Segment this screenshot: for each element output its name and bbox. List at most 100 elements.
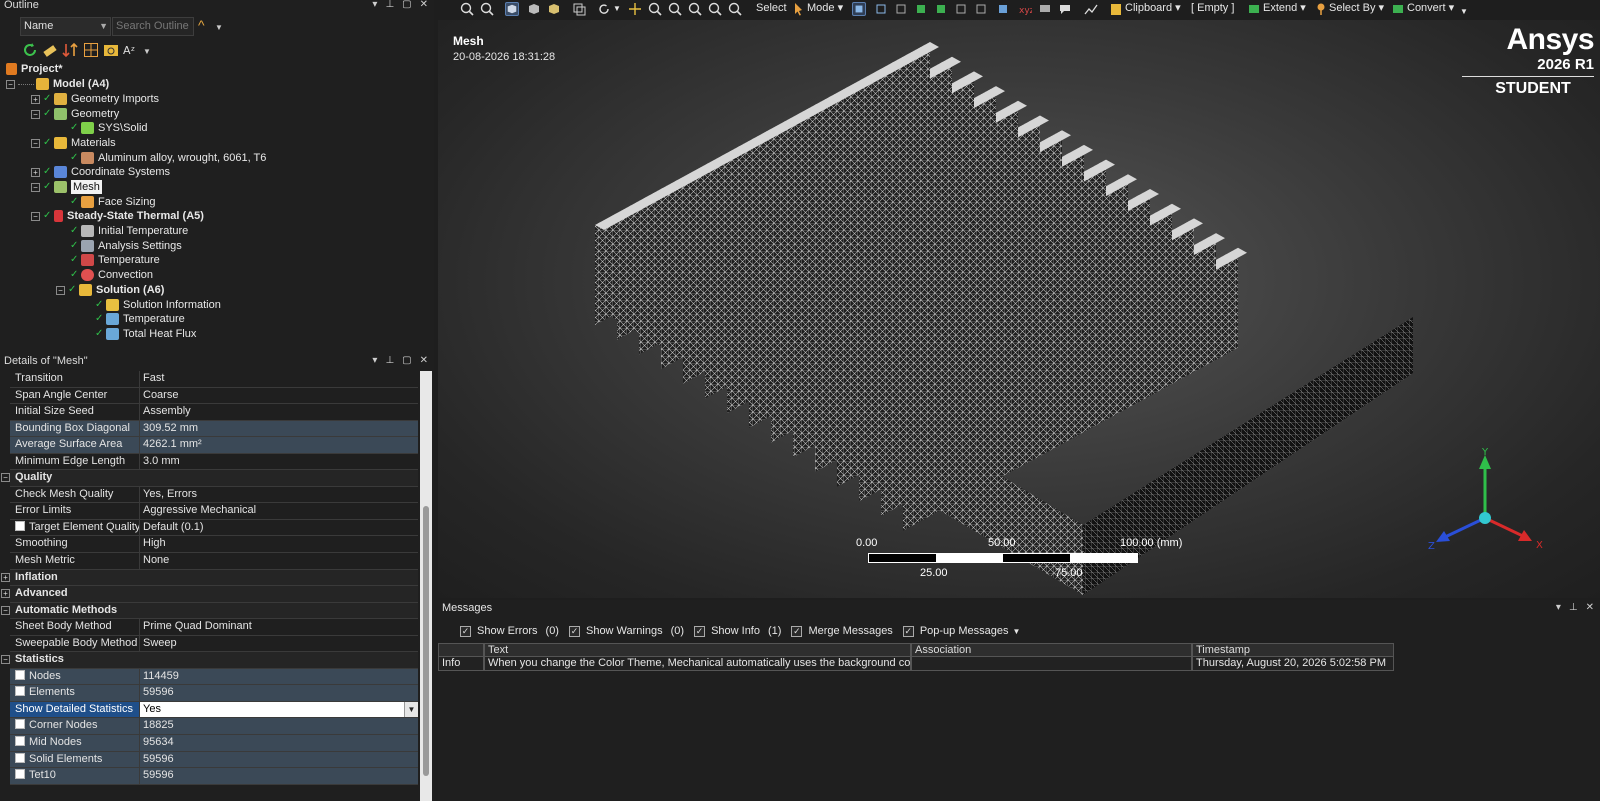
chevron-down-icon[interactable]: ▼ [1012, 627, 1020, 636]
checkbox-checked-icon[interactable]: ✓ [460, 625, 471, 637]
pan-icon[interactable] [628, 2, 642, 16]
scrollbar-thumb[interactable] [423, 506, 429, 776]
panel-menu-icon[interactable]: ▾ [372, 0, 377, 10]
tree-node-temperature[interactable]: ✓ Temperature [70, 253, 160, 267]
axis-triad[interactable]: Y X Z [1428, 445, 1558, 555]
merge-messages-toggle[interactable]: ✓ Merge Messages [791, 625, 893, 637]
convert-menu[interactable]: Convert ▾ [1407, 1, 1454, 16]
collapse-icon[interactable]: − [1, 605, 10, 615]
detail-row-check-mesh-quality[interactable]: Check Mesh Quality Yes, Errors [10, 486, 418, 504]
convert-icon[interactable] [1391, 2, 1405, 16]
show-errors-toggle[interactable]: ✓ Show Errors (0) [460, 625, 559, 637]
tree-node-solution-information[interactable]: ✓ Solution Information [95, 298, 221, 312]
mesh-model[interactable] [438, 20, 1600, 598]
close-icon[interactable]: ✕ [1586, 602, 1594, 613]
pin-icon[interactable]: ⊥ [385, 0, 394, 10]
graph-icon[interactable] [1084, 2, 1098, 16]
checkbox-checked-icon[interactable]: ✓ [902, 625, 914, 637]
tree-node-analysis-settings[interactable]: ✓ Analysis Settings [70, 239, 182, 253]
details-scrollbar[interactable] [420, 371, 432, 801]
search-previous-icon[interactable]: ^ [198, 17, 205, 33]
tree-node-solution-temperature[interactable]: ✓ Temperature [95, 312, 185, 326]
select-by-icon[interactable] [1314, 2, 1328, 16]
collapse-icon[interactable]: − [6, 79, 15, 89]
section-automatic-methods[interactable]: − Automatic Methods [1, 602, 418, 620]
show-detailed-statistics-select[interactable]: Yes ▼ [140, 701, 418, 718]
tree-node-coordinate-systems[interactable]: + ✓ Coordinate Systems [31, 165, 170, 179]
tree-node-convection[interactable]: ✓ Convection [70, 268, 153, 282]
collapse-icon[interactable]: − [31, 138, 40, 148]
section-advanced[interactable]: + Advanced [1, 586, 418, 603]
wireframe-icon[interactable] [527, 2, 541, 16]
parameter-checkbox[interactable] [15, 669, 25, 680]
label-icon[interactable] [1038, 2, 1052, 16]
panel-menu-icon[interactable]: ▾ [372, 353, 377, 369]
sort-options-chevron-icon[interactable]: ▼ [143, 47, 151, 56]
refresh-icon[interactable] [22, 42, 38, 58]
detail-row-span-angle[interactable]: Span Angle Center Coarse [10, 387, 418, 405]
name-filter-select[interactable]: Name ▼ [20, 17, 111, 36]
tree-node-model[interactable]: − Model (A4) [6, 77, 109, 91]
graphics-viewport[interactable]: Mesh 20-08-2026 18:31:28 Ansys 2026 R1 S… [438, 20, 1600, 598]
detail-row-nodes[interactable]: Nodes 114459 [10, 668, 418, 686]
detail-row-size-seed[interactable]: Initial Size Seed Assembly [10, 404, 418, 421]
collapse-icon[interactable]: − [31, 182, 40, 192]
extend-icon[interactable] [1247, 2, 1261, 16]
parameter-checkbox[interactable] [15, 736, 25, 747]
maximize-icon[interactable]: ▢ [402, 0, 411, 10]
tree-node-mesh[interactable]: − ✓ Mesh [31, 180, 102, 194]
alphabetical-sort-icon[interactable]: Az [123, 42, 139, 58]
section-quality[interactable]: − Quality [1, 470, 418, 487]
search-outline-input[interactable]: Search Outline [112, 17, 194, 36]
expand-icon[interactable]: + [1, 572, 10, 582]
expand-icon[interactable]: + [31, 167, 40, 177]
select-mesh-icon[interactable] [996, 2, 1010, 16]
previous-view-icon[interactable] [728, 2, 742, 16]
detail-row-corner-nodes[interactable]: Corner Nodes 18825 [10, 718, 418, 736]
zoom-out-icon[interactable] [480, 2, 494, 16]
detail-row-mesh-metric[interactable]: Mesh Metric None [10, 553, 418, 570]
detail-row-transition[interactable]: Transition Fast [10, 371, 418, 388]
rotate-options-chevron-icon[interactable]: ▼ [613, 1, 621, 16]
coordinate-icon[interactable]: xyz [1018, 2, 1032, 16]
maximize-icon[interactable]: ▢ [402, 353, 411, 369]
collapse-icon[interactable]: − [56, 285, 65, 295]
tree-node-project[interactable]: Project* [6, 62, 63, 76]
expand-icon[interactable]: + [31, 94, 40, 104]
zoom-icon[interactable] [648, 2, 662, 16]
tree-node-steady-state-thermal[interactable]: − ✓ Steady-State Thermal (A5) [31, 209, 204, 223]
mode-menu[interactable]: Mode ▾ [807, 1, 843, 16]
tree-node-total-heat-flux[interactable]: ✓ Total Heat Flux [95, 327, 196, 341]
detail-row-solid-elements[interactable]: Solid Elements 59596 [10, 751, 418, 769]
search-options-chevron-icon[interactable]: ▼ [215, 23, 223, 32]
display-edges-icon[interactable] [547, 2, 561, 16]
detail-row-error-limits[interactable]: Error Limits Aggressive Mechanical [10, 503, 418, 520]
checkbox-checked-icon[interactable]: ✓ [791, 625, 803, 637]
detail-row-smoothing[interactable]: Smoothing High [10, 536, 418, 554]
shaded-view-icon[interactable] [505, 2, 519, 16]
show-warnings-toggle[interactable]: ✓ Show Warnings (0) [568, 625, 684, 637]
detail-row-mid-nodes[interactable]: Mid Nodes 95634 [10, 735, 418, 752]
select-face-icon[interactable] [894, 2, 908, 16]
detail-row-bbox-diagonal[interactable]: Bounding Box Diagonal 309.52 mm [10, 420, 418, 438]
detail-row-target-element-quality[interactable]: Target Element Quality Default (0.1) [10, 519, 418, 537]
pin-icon[interactable]: ⊥ [385, 353, 394, 369]
select-vertex-icon[interactable] [852, 2, 866, 16]
zoom-in-icon[interactable] [460, 2, 474, 16]
section-plane-icon[interactable] [572, 2, 586, 16]
parameter-checkbox[interactable] [15, 769, 25, 780]
tree-node-materials[interactable]: − ✓ Materials [31, 136, 116, 150]
tree-node-initial-temperature[interactable]: ✓ Initial Temperature [70, 224, 188, 238]
extend-menu[interactable]: Extend ▾ [1263, 1, 1306, 16]
magnifier-icon[interactable] [708, 2, 722, 16]
parameter-checkbox[interactable] [15, 520, 25, 531]
tree-node-geometry-imports[interactable]: + ✓ Geometry Imports [31, 92, 159, 106]
rotate-icon[interactable] [597, 2, 611, 16]
collapse-icon[interactable]: − [1, 473, 10, 483]
collapse-icon[interactable]: − [1, 655, 10, 665]
collapse-icon[interactable]: − [31, 109, 40, 119]
comment-icon[interactable] [1058, 2, 1072, 16]
tree-node-geometry[interactable]: − ✓ Geometry [31, 107, 119, 121]
column-timestamp[interactable]: Timestamp [1192, 643, 1394, 657]
tree-node-solution[interactable]: − ✓ Solution (A6) [56, 283, 164, 297]
